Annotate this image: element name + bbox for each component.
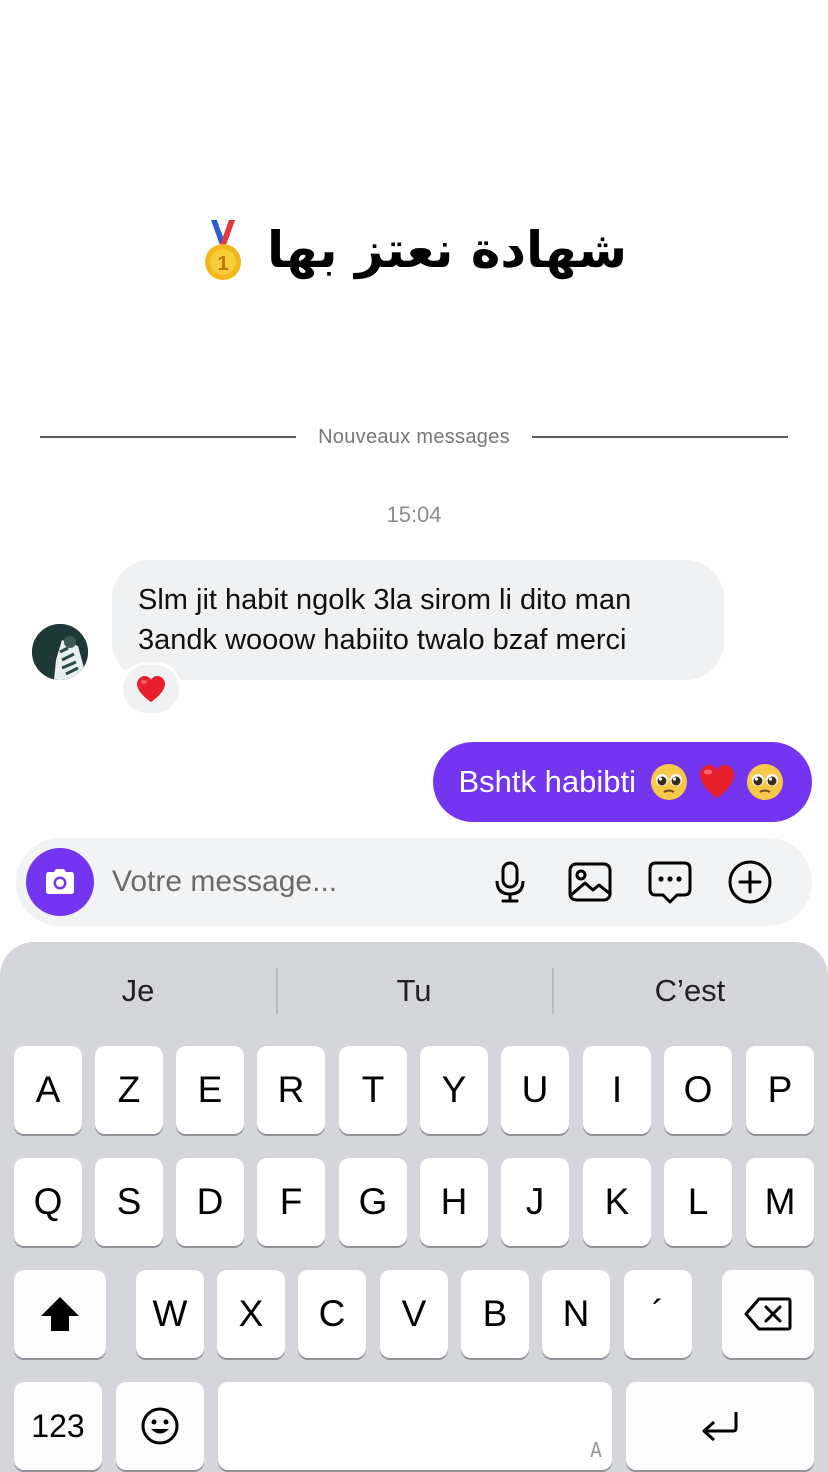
key[interactable]: V (380, 1270, 448, 1358)
divider-label: Nouveaux messages (318, 425, 510, 448)
suggestion-item[interactable]: Tu (276, 964, 552, 1018)
key[interactable]: Q (14, 1158, 82, 1246)
key[interactable]: F (257, 1158, 325, 1246)
key[interactable]: R (257, 1046, 325, 1134)
microphone-icon (495, 861, 525, 903)
key[interactable]: O (664, 1046, 732, 1134)
incoming-message-line: Slm jit habit ngolk 3la sirom li dito ma… (138, 584, 632, 616)
key[interactable]: E (176, 1046, 244, 1134)
sender-avatar[interactable] (32, 624, 88, 680)
space-key-mark: A (589, 1438, 602, 1462)
key[interactable]: C (298, 1270, 366, 1358)
divider-line-left (40, 436, 297, 438)
outgoing-message-text: Bshtk habibti (458, 764, 637, 799)
voice-message-button[interactable] (486, 858, 534, 906)
more-options-button[interactable] (726, 858, 774, 906)
key[interactable]: L (664, 1158, 732, 1246)
return-key[interactable] (626, 1382, 814, 1470)
incoming-message-bubble[interactable]: Slm jit habit ngolk 3la sirom li dito ma… (112, 560, 724, 680)
chat-bubble-icon (648, 861, 692, 904)
key[interactable]: G (339, 1158, 407, 1246)
image-icon (568, 862, 612, 902)
key[interactable]: U (501, 1046, 569, 1134)
new-messages-divider: Nouveaux messages (40, 425, 788, 449)
key[interactable]: ´ (624, 1270, 692, 1358)
svg-text:1: 1 (217, 253, 228, 275)
backspace-key[interactable] (722, 1270, 814, 1358)
plus-circle-icon (728, 860, 772, 904)
key[interactable]: Y (420, 1046, 488, 1134)
pleading-face-icon (747, 764, 783, 800)
key[interactable]: D (176, 1158, 244, 1246)
key[interactable]: M (746, 1158, 814, 1246)
key[interactable]: H (420, 1158, 488, 1246)
key[interactable]: K (583, 1158, 651, 1246)
key[interactable]: S (95, 1158, 163, 1246)
message-timestamp: 15:04 (386, 502, 442, 527)
key[interactable]: X (217, 1270, 285, 1358)
numbers-key[interactable]: 123 (14, 1382, 102, 1470)
key[interactable]: A (14, 1046, 82, 1134)
headline-text: شهادة نعتز بها (266, 221, 627, 279)
return-icon (702, 1412, 738, 1442)
pleading-face-icon (651, 764, 687, 800)
post-headline: 1 شهادة نعتز بها (0, 205, 828, 295)
backspace-icon (744, 1297, 792, 1331)
shift-key[interactable] (14, 1270, 106, 1358)
key[interactable]: P (746, 1046, 814, 1134)
camera-icon (46, 869, 74, 894)
message-composer (16, 838, 812, 926)
composer-tools (486, 858, 774, 906)
divider-line-right (531, 436, 788, 438)
shift-arrow-icon (41, 1297, 79, 1331)
camera-button[interactable] (26, 848, 94, 916)
key[interactable]: I (583, 1046, 651, 1134)
key[interactable]: W (136, 1270, 204, 1358)
red-heart-icon (700, 765, 734, 798)
gallery-button[interactable] (566, 858, 614, 906)
key[interactable]: T (339, 1046, 407, 1134)
smiley-icon (141, 1407, 179, 1445)
suggestion-item[interactable]: Je (0, 964, 276, 1018)
key[interactable]: N (542, 1270, 610, 1358)
key[interactable]: Z (95, 1046, 163, 1134)
emoji-key[interactable] (116, 1382, 204, 1470)
key[interactable]: B (461, 1270, 529, 1358)
sticker-button[interactable] (646, 858, 694, 906)
avatar-image (32, 624, 88, 680)
gold-medal-icon: 1 (204, 220, 241, 280)
keyboard: Je Tu C’est A Z E R T Y U I O P Q S D F … (0, 942, 828, 1472)
message-input[interactable] (112, 865, 472, 899)
outgoing-message-bubble[interactable]: Bshtk habibti (432, 742, 812, 822)
incoming-message-line: 3andk wooow habiito twalo bzaf merci (138, 624, 627, 656)
red-heart-icon (137, 676, 165, 702)
message-reaction[interactable] (120, 662, 182, 716)
key[interactable]: J (501, 1158, 569, 1246)
suggestion-bar: Je Tu C’est (0, 964, 828, 1018)
suggestion-item[interactable]: C’est (552, 964, 828, 1018)
space-key[interactable]: A (218, 1382, 612, 1470)
